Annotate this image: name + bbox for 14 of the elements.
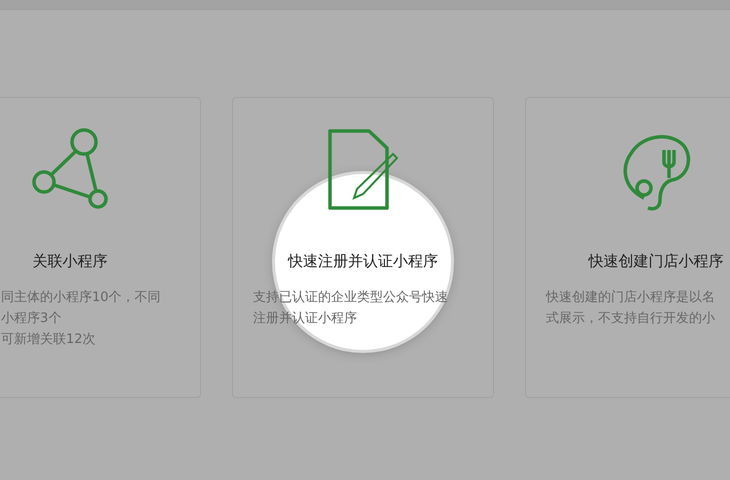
card-description: 小程序3个: [1, 310, 62, 328]
card-title: 快速创建门店小程序: [588, 251, 724, 272]
card-description: 快速创建的门店小程序是以名: [546, 288, 716, 306]
card[interactable]: 快速注册并认证小程序 支持已认证的企业类型公众号快速 注册并认证小程序: [232, 97, 494, 398]
card[interactable]: 关联小程序 同主体的小程序10个，不同 小程序3个 可新增关联12次: [0, 97, 201, 398]
document-pen-icon: [327, 128, 399, 212]
card-description: 支持已认证的企业类型公众号快速: [253, 288, 449, 306]
card-description: 同主体的小程序10个，不同: [1, 288, 162, 306]
card-title: 关联小程序: [32, 251, 108, 272]
card-title: 快速注册并认证小程序: [288, 251, 438, 272]
card-description: 式展示，不支持自行开发的小: [546, 310, 716, 328]
card-description: 注册并认证小程序: [253, 310, 358, 328]
card-description: 可新增关联12次: [1, 330, 97, 348]
card[interactable]: 快速创建门店小程序 快速创建的门店小程序是以名 式展示，不支持自行开发的小: [525, 97, 730, 398]
